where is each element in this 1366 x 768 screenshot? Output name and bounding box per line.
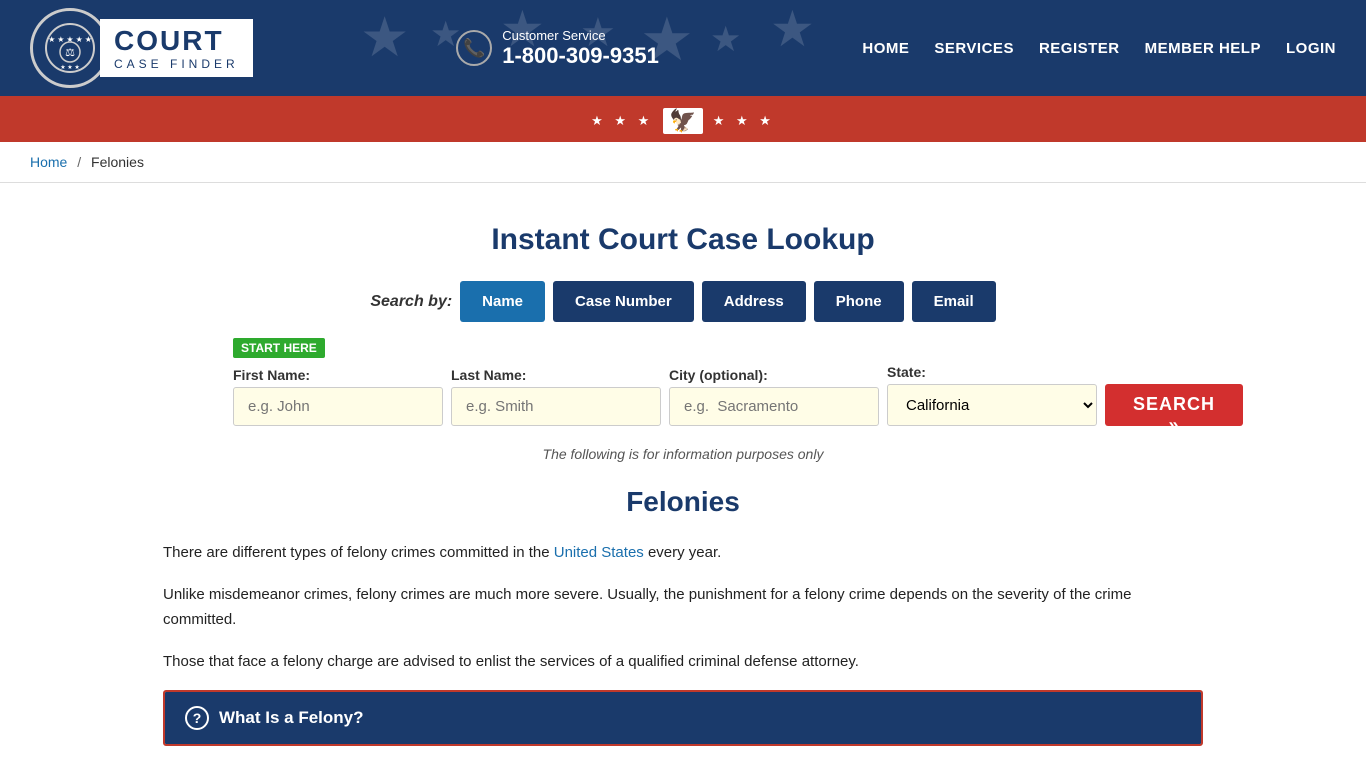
search-form-row: First Name: Last Name: City (optional): …	[233, 364, 1243, 426]
start-here-badge: START HERE	[233, 338, 325, 358]
svg-text:⚖: ⚖	[65, 47, 75, 59]
city-group: City (optional):	[669, 367, 879, 426]
last-name-input[interactable]	[451, 387, 661, 426]
article-paragraph-3: Those that face a felony charge are advi…	[163, 649, 1203, 675]
main-content: Instant Court Case Lookup Search by: Nam…	[133, 183, 1233, 766]
united-states-link[interactable]: United States	[554, 544, 644, 561]
first-name-input[interactable]	[233, 387, 443, 426]
breadcrumb-separator: /	[77, 154, 81, 170]
page-title: Instant Court Case Lookup	[163, 223, 1203, 257]
nav-services[interactable]: SERVICES	[934, 40, 1014, 57]
eagle-emblem: 🦅	[663, 108, 702, 134]
svg-text:★ ★ ★: ★ ★ ★	[60, 64, 79, 71]
logo-court-text: COURT	[114, 25, 239, 57]
first-name-group: First Name:	[233, 367, 443, 426]
info-box-header: ? What Is a Felony?	[165, 692, 1201, 744]
breadcrumb: Home / Felonies	[0, 142, 1366, 183]
main-nav: HOME SERVICES REGISTER MEMBER HELP LOGIN	[862, 40, 1336, 57]
first-name-label: First Name:	[233, 367, 443, 383]
ribbon-stars-right: ★ ★ ★	[713, 113, 775, 129]
ribbon-stars-left: ★ ★ ★	[591, 113, 653, 129]
ribbon-eagle-row: ★ ★ ★ 🦅 ★ ★ ★	[0, 104, 1366, 136]
city-label: City (optional):	[669, 367, 879, 383]
logo-emblem: ★ ★ ★ ★ ★ ⚖ ★ ★ ★	[30, 8, 110, 88]
last-name-group: Last Name:	[451, 367, 661, 426]
search-by-row: Search by: Name Case Number Address Phon…	[163, 281, 1203, 322]
search-by-label: Search by:	[370, 293, 452, 311]
city-input[interactable]	[669, 387, 879, 426]
state-select[interactable]: AlabamaAlaskaArizonaArkansasCaliforniaCo…	[887, 384, 1097, 426]
what-is-felony-box: ? What Is a Felony?	[163, 690, 1203, 746]
phone-number: 1-800-309-9351	[502, 43, 659, 69]
site-header: ★ ★ ★ ★ ★ ★ ★ ★ ★ ★ ★ ★ ⚖ ★ ★ ★ COURT CA…	[0, 0, 1366, 96]
tab-email[interactable]: Email	[912, 281, 996, 322]
phone-icon: 📞	[456, 30, 492, 66]
tab-name[interactable]: Name	[460, 281, 545, 322]
breadcrumb-current: Felonies	[91, 154, 144, 170]
article-title: Felonies	[163, 486, 1203, 518]
logo[interactable]: ★ ★ ★ ★ ★ ⚖ ★ ★ ★ COURT CASE FINDER	[30, 8, 253, 88]
tab-phone[interactable]: Phone	[814, 281, 904, 322]
nav-register[interactable]: REGISTER	[1039, 40, 1120, 57]
last-name-label: Last Name:	[451, 367, 661, 383]
state-group: State: AlabamaAlaskaArizonaArkansasCalif…	[887, 364, 1097, 426]
info-box-title: What Is a Felony?	[219, 708, 364, 728]
breadcrumb-home[interactable]: Home	[30, 154, 67, 170]
article-paragraph-1: There are different types of felony crim…	[163, 540, 1203, 566]
info-note: The following is for information purpose…	[163, 446, 1203, 462]
article-body: Felonies There are different types of fe…	[163, 486, 1203, 674]
ribbon: ★ ★ ★ 🦅 ★ ★ ★	[0, 96, 1366, 142]
nav-login[interactable]: LOGIN	[1286, 40, 1336, 57]
state-label: State:	[887, 364, 1097, 380]
question-icon: ?	[185, 706, 209, 730]
tab-case-number[interactable]: Case Number	[553, 281, 694, 322]
nav-home[interactable]: HOME	[862, 40, 909, 57]
tab-address[interactable]: Address	[702, 281, 806, 322]
article-paragraph-2: Unlike misdemeanor crimes, felony crimes…	[163, 582, 1203, 633]
search-button[interactable]: SEARCH »	[1105, 384, 1243, 426]
logo-text: COURT CASE FINDER	[100, 19, 253, 77]
logo-case-finder-text: CASE FINDER	[114, 57, 239, 71]
customer-service-label: Customer Service	[502, 28, 659, 43]
search-section: Search by: Name Case Number Address Phon…	[163, 281, 1203, 462]
nav-member-help[interactable]: MEMBER HELP	[1145, 40, 1261, 57]
customer-service: 📞 Customer Service 1-800-309-9351	[456, 28, 659, 69]
